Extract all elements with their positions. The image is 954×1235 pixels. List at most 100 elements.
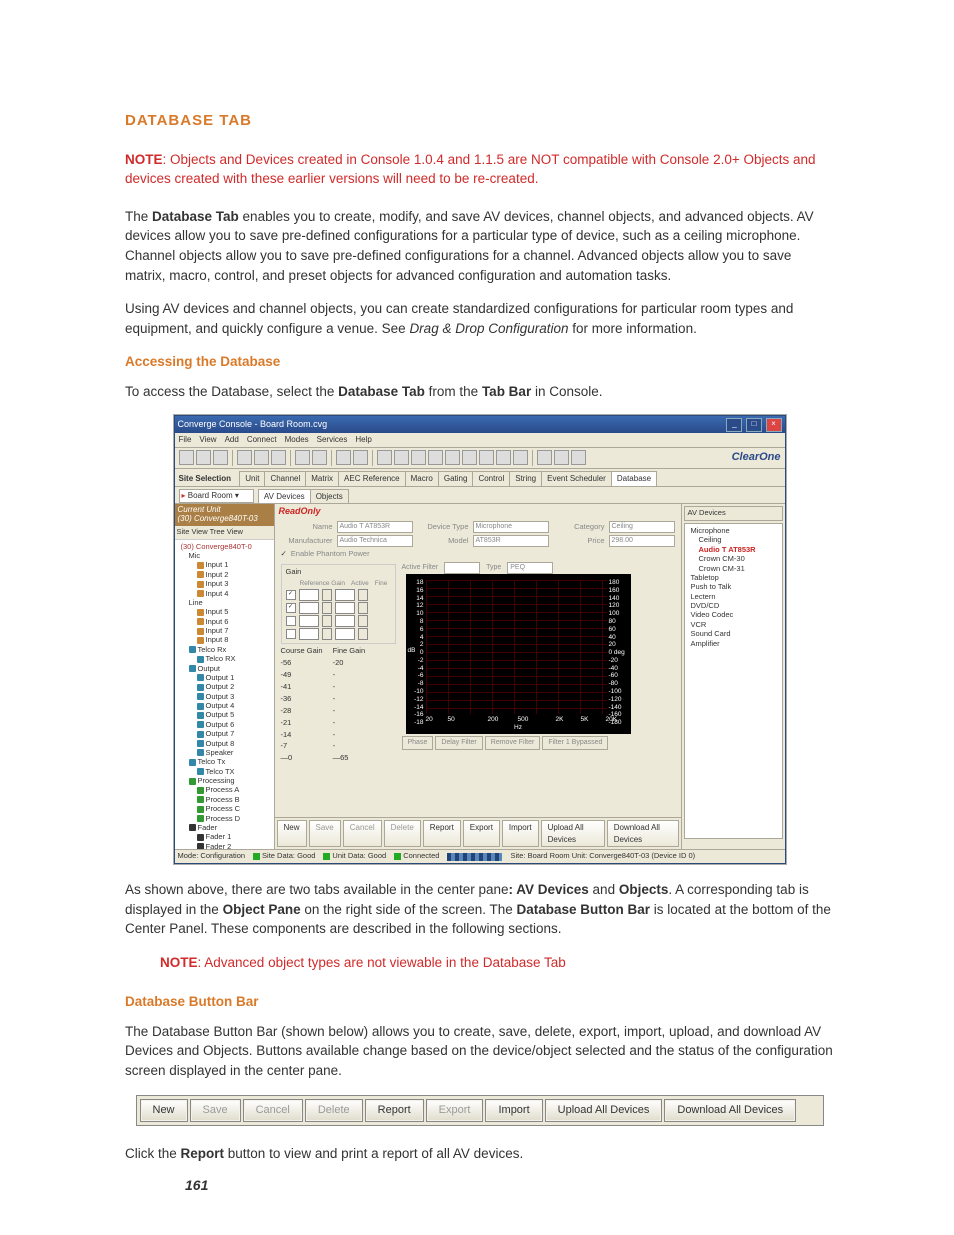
toolbar-icon[interactable] [237,450,252,465]
price-field[interactable]: 298.00 [609,535,675,547]
toolbar-icon[interactable] [513,450,528,465]
db-button-cancel[interactable]: Cancel [243,1099,303,1123]
tree-node[interactable]: Output 5 [177,710,272,719]
toolbar-icon[interactable] [377,450,392,465]
av-devices-tree[interactable]: MicrophoneCeilingAudio T AT853RCrown CM-… [684,523,783,839]
db-button-upload all devices[interactable]: Upload All Devices [541,820,605,847]
tab-unit[interactable]: Unit [239,471,265,486]
toolbar-icon[interactable] [554,450,569,465]
gain-num[interactable] [335,589,355,601]
tree-node[interactable]: VCR [687,620,780,629]
gain-num[interactable] [299,628,319,640]
tab-channel[interactable]: Channel [264,471,306,486]
gain-num[interactable] [299,615,319,627]
toolbar-icon[interactable] [295,450,310,465]
tree-node[interactable]: Amplifier [687,639,780,648]
spinner[interactable] [322,602,332,614]
toolbar-icon[interactable] [271,450,286,465]
tree-node[interactable]: Output 3 [177,692,272,701]
tree-node[interactable]: Output 2 [177,682,272,691]
tree-node[interactable]: Telco RX [177,654,272,663]
tree-node[interactable]: Speaker [177,748,272,757]
spinner[interactable] [322,628,332,640]
db-button-new[interactable]: New [140,1099,188,1123]
spinner[interactable] [322,589,332,601]
minimize-button[interactable]: _ [726,418,742,432]
tree-node[interactable]: Fader 2 [177,842,272,850]
toolbar-icon[interactable] [411,450,426,465]
name-field[interactable]: Audio T AT853R [337,521,413,533]
close-button[interactable]: × [766,418,782,432]
toolbar-icon[interactable] [462,450,477,465]
db-button-import[interactable]: Import [502,820,539,847]
tab-matrix[interactable]: Matrix [305,471,339,486]
db-button-download all devices[interactable]: Download All Devices [664,1099,796,1123]
toolbar-icon[interactable] [571,450,586,465]
tree-node[interactable]: Ceiling [687,535,780,544]
tree-node[interactable]: Process A [177,785,272,794]
toolbar-icon[interactable] [496,450,511,465]
gain-check[interactable] [286,629,296,639]
tree-node[interactable]: DVD/CD [687,601,780,610]
menu-item[interactable]: File [179,435,192,444]
toolbar-icon[interactable] [479,450,494,465]
subtab-objects[interactable]: Objects [310,489,349,504]
toolbar-icon[interactable] [312,450,327,465]
tree-node[interactable]: Process C [177,804,272,813]
tree-node[interactable]: Telco Tx [177,757,272,766]
db-button-delete[interactable]: Delete [384,820,421,847]
gain-num[interactable] [335,602,355,614]
chart-button[interactable]: Phase [402,736,434,750]
tree-node[interactable]: Sound Card [687,629,780,638]
active-filter-field[interactable] [444,562,480,574]
menu-item[interactable]: Services [317,435,348,444]
gain-check[interactable]: ✓ [286,603,296,613]
spinner[interactable] [358,602,368,614]
tree-node[interactable]: Microphone [687,526,780,535]
tree-node[interactable]: Output 7 [177,729,272,738]
tree-node[interactable]: Telco TX [177,767,272,776]
tree-node[interactable]: Output [177,664,272,673]
tree-node[interactable]: Processing [177,776,272,785]
tree-node[interactable]: Input 1 [177,560,272,569]
db-button-save[interactable]: Save [190,1099,241,1123]
menu-item[interactable]: Modes [285,435,309,444]
tree-node[interactable]: Process B [177,795,272,804]
tree-node[interactable]: Output 8 [177,739,272,748]
tree-node[interactable]: Crown CM-30 [687,554,780,563]
db-button-export[interactable]: Export [426,1099,484,1123]
mfr-field[interactable]: Audio Technica [337,535,413,547]
devtype-field[interactable]: Microphone [473,521,549,533]
chart-button[interactable]: Filter 1 Bypassed [542,736,608,750]
spinner[interactable] [358,589,368,601]
chart-button[interactable]: Remove Filter [485,736,541,750]
tree-node[interactable]: Crown CM-31 [687,564,780,573]
menu-item[interactable]: Connect [247,435,277,444]
tree-node[interactable]: Audio T AT853R [687,545,780,554]
db-button-save[interactable]: Save [309,820,341,847]
site-dropdown[interactable]: ▸ Board Room ▾ [179,489,254,503]
tree-node[interactable]: Line [177,598,272,607]
tree-node[interactable]: Input 4 [177,589,272,598]
menu-item[interactable]: View [199,435,216,444]
menu-item[interactable]: Help [355,435,371,444]
phantom-checkbox[interactable]: ✓ [281,549,287,560]
menu-item[interactable]: Add [225,435,239,444]
db-button-report[interactable]: Report [365,1099,424,1123]
db-button-download all devices[interactable]: Download All Devices [607,820,679,847]
toolbar-icon[interactable] [213,450,228,465]
model-field[interactable]: AT853R [473,535,549,547]
tab-string[interactable]: String [509,471,542,486]
tree-node[interactable]: Output 4 [177,701,272,710]
site-tree[interactable]: (30) Converge840T-0MicInput 1Input 2Inpu… [175,540,274,850]
spinner[interactable] [358,615,368,627]
toolbar-icon[interactable] [336,450,351,465]
tree-node[interactable]: Tabletop [687,573,780,582]
tree-node[interactable]: Input 3 [177,579,272,588]
tree-node[interactable]: Mic [177,551,272,560]
db-button-import[interactable]: Import [485,1099,542,1123]
tab-macro[interactable]: Macro [405,471,439,486]
spinner[interactable] [322,615,332,627]
tab-aec reference[interactable]: AEC Reference [338,471,406,486]
gain-num[interactable] [335,615,355,627]
